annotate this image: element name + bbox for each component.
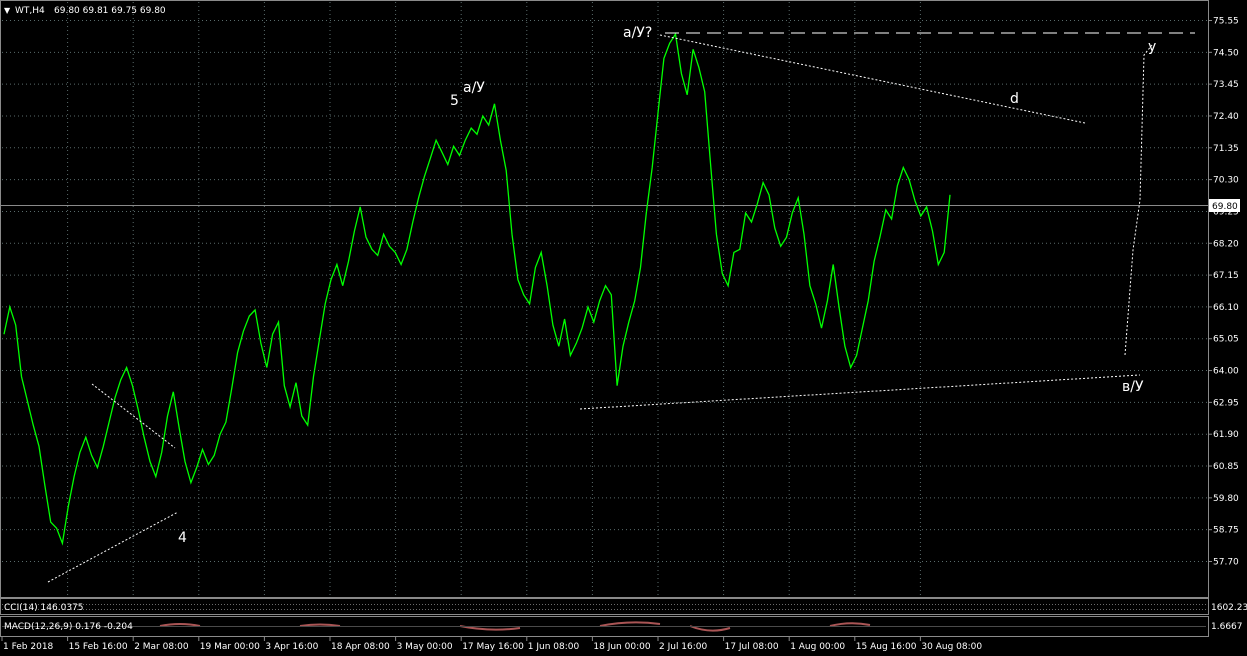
x-tick-label: 18 Jun 00:00 bbox=[593, 642, 650, 652]
cci-label: CCI(14) 146.0375 bbox=[4, 603, 84, 613]
y-tick-label: 74.50 bbox=[1213, 48, 1239, 58]
x-tick-label: 17 May 16:00 bbox=[462, 642, 524, 652]
wave-label-a2: a/У? bbox=[623, 25, 652, 41]
x-tick-label: 15 Feb 16:00 bbox=[69, 642, 128, 652]
x-tick-label: 15 Aug 16:00 bbox=[856, 642, 917, 652]
current-price-tag: 69.80 bbox=[1209, 199, 1240, 212]
wave-label-a1: a/У bbox=[463, 80, 485, 96]
x-tick-label: 2 Mar 08:00 bbox=[134, 642, 189, 652]
y-tick-label: 66.10 bbox=[1213, 303, 1239, 313]
y-tick-label: 61.90 bbox=[1213, 430, 1239, 440]
x-tick-label: 17 Jul 08:00 bbox=[725, 642, 779, 652]
svg-text:69.80: 69.80 bbox=[1212, 202, 1238, 212]
x-tick-label: 30 Aug 08:00 bbox=[921, 642, 982, 652]
y-tick-label: 58.75 bbox=[1213, 526, 1239, 536]
y-tick-label: 59.80 bbox=[1213, 494, 1239, 504]
x-tick-label: 2 Jul 16:00 bbox=[659, 642, 708, 652]
x-tick-label: 19 Mar 00:00 bbox=[200, 642, 260, 652]
y-tick-label: 67.15 bbox=[1213, 271, 1239, 281]
wave-label-y: у bbox=[1148, 39, 1156, 55]
macd-label: MACD(12,26,9) 0.176 -0.204 bbox=[4, 622, 133, 632]
main-chart-frame bbox=[0, 0, 1209, 598]
ohlc-values: 69.80 69.81 69.75 69.80 bbox=[54, 6, 166, 16]
y-tick-label: 57.70 bbox=[1213, 558, 1239, 568]
x-tick-label: 18 Apr 08:00 bbox=[331, 642, 390, 652]
x-tick-label: 1 Aug 00:00 bbox=[790, 642, 845, 652]
price-chart[interactable]: 75.5574.5073.4572.4071.3570.3069.2568.20… bbox=[0, 0, 1247, 656]
y-tick-label: 75.55 bbox=[1213, 17, 1239, 27]
y-tick-label: 62.95 bbox=[1213, 398, 1239, 408]
price-axis: 75.5574.5073.4572.4071.3570.3069.2568.20… bbox=[1208, 17, 1239, 568]
symbol-timeframe: WT,H4 bbox=[15, 6, 45, 16]
y-tick-label: 71.35 bbox=[1213, 144, 1239, 154]
cci-axis-label: 1602.2338 bbox=[1211, 603, 1247, 613]
wave-label-4: 4 bbox=[178, 530, 187, 546]
y-tick-label: 72.40 bbox=[1213, 112, 1239, 122]
x-tick-label: 1 Feb 2018 bbox=[3, 642, 54, 652]
wave-label-b: в/У bbox=[1122, 379, 1144, 395]
wave-label-d: d bbox=[1010, 91, 1019, 107]
x-tick-label: 3 Apr 16:00 bbox=[265, 642, 318, 652]
y-tick-label: 60.85 bbox=[1213, 462, 1239, 472]
x-tick-label: 1 Jun 08:00 bbox=[528, 642, 580, 652]
cci-panel-frame bbox=[0, 598, 1209, 615]
chart-header-arrow-icon: ▼ bbox=[4, 6, 11, 15]
x-tick-label: 3 May 00:00 bbox=[397, 642, 453, 652]
wave-label-5: 5 bbox=[450, 93, 459, 109]
time-axis: 1 Feb 2018 15 Feb 16:00 2 Mar 08:00 19 Mar … bbox=[1, 637, 982, 652]
macd-axis-label: 1.6667 bbox=[1211, 622, 1243, 632]
y-tick-label: 68.20 bbox=[1213, 239, 1239, 249]
y-tick-label: 65.05 bbox=[1213, 335, 1239, 345]
y-tick-label: 73.45 bbox=[1213, 80, 1239, 90]
y-tick-label: 70.30 bbox=[1213, 176, 1239, 186]
y-tick-label: 64.00 bbox=[1213, 367, 1239, 377]
